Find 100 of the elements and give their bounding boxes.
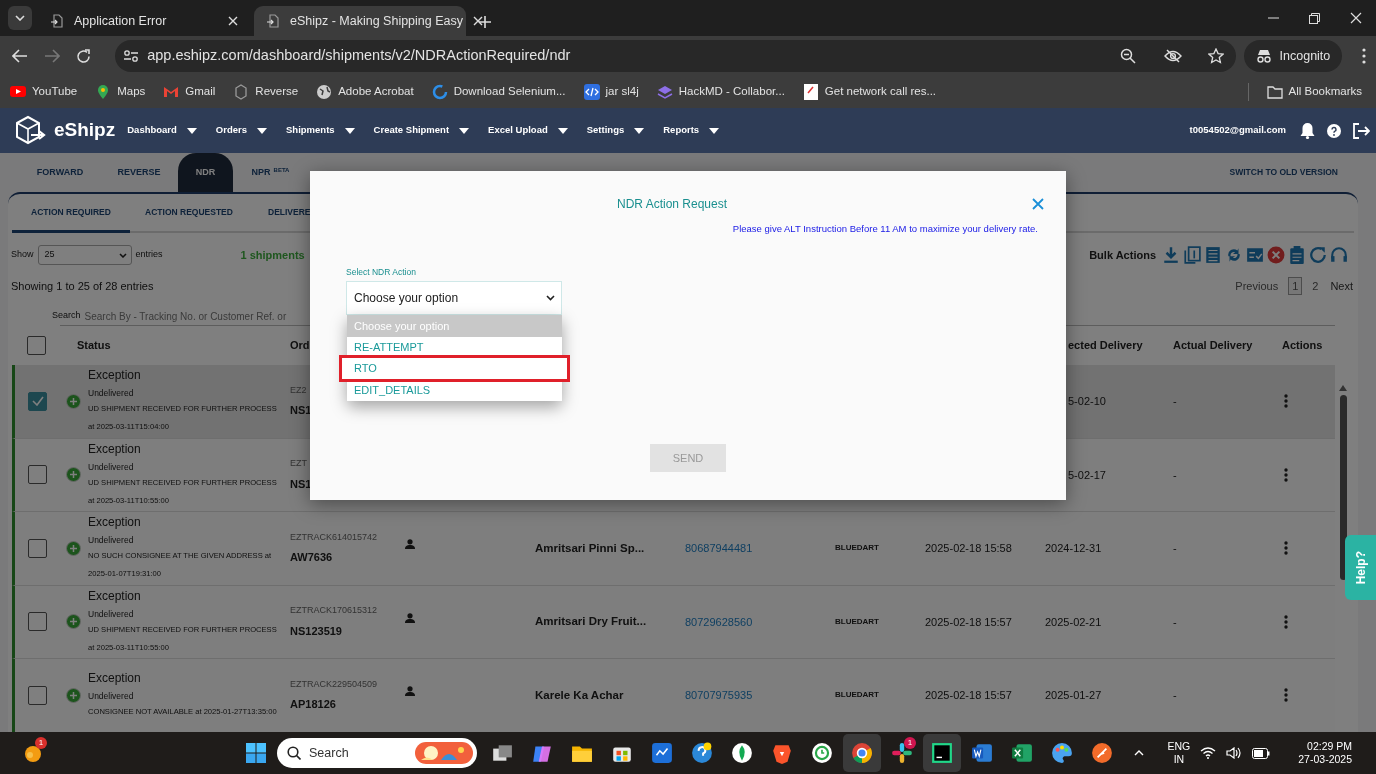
logout-icon[interactable] xyxy=(1353,122,1370,139)
close-button[interactable] xyxy=(1032,198,1044,210)
caret-icon xyxy=(709,127,720,134)
status-tab[interactable]: DELIVERE xyxy=(248,194,366,231)
taskbar-search[interactable]: Search xyxy=(277,738,477,768)
tab-search-button[interactable] xyxy=(8,6,32,30)
more-vertical-icon[interactable] xyxy=(1284,541,1288,556)
page-size-select[interactable]: 25 xyxy=(37,245,132,265)
bookmark[interactable]: Adobe Acrobat xyxy=(316,83,414,101)
row-checkbox[interactable] xyxy=(28,465,47,485)
nav-menu-item[interactable]: Shipments xyxy=(286,123,355,138)
close-icon[interactable] xyxy=(1350,12,1362,24)
refresh-icon[interactable] xyxy=(1309,246,1327,264)
switch-version-link[interactable]: SWITCH TO OLD VERSION xyxy=(1229,166,1338,179)
app-logo[interactable]: eShipz xyxy=(54,116,116,145)
leaf-icon xyxy=(731,742,753,764)
section-tab[interactable]: FORWARD xyxy=(20,153,100,192)
caret-icon xyxy=(557,127,568,134)
more-vertical-icon[interactable] xyxy=(1284,467,1288,482)
section-tab[interactable]: REVERSE xyxy=(100,153,178,192)
mail-icon xyxy=(163,84,180,100)
all-bookmarks-button[interactable]: All Bookmarks xyxy=(1266,83,1362,101)
bell-icon[interactable] xyxy=(1300,122,1315,139)
select-field[interactable]: Choose your option xyxy=(346,281,562,315)
weather-widget[interactable]: 1 xyxy=(14,734,52,772)
bookmark[interactable]: Maps xyxy=(95,83,146,101)
paint-icon xyxy=(1051,742,1073,764)
row-checkbox[interactable] xyxy=(28,612,47,632)
dropdown-option[interactable]: RTO xyxy=(339,355,570,382)
tracking-id: EZTRACK170615312 xyxy=(290,604,378,618)
row-checkbox[interactable] xyxy=(28,685,47,705)
more-vertical-icon[interactable] xyxy=(1284,394,1288,409)
wifi-icon[interactable] xyxy=(1200,747,1217,759)
taskbar-app[interactable]: 1 xyxy=(883,734,921,772)
speaker-icon[interactable] xyxy=(1226,747,1243,759)
tracking-id: EZT xyxy=(290,457,308,471)
cancel-icon[interactable] xyxy=(1267,246,1285,264)
bookmark[interactable]: Download Selenium... xyxy=(431,83,566,101)
select-all-checkbox[interactable] xyxy=(26,335,46,355)
taskbar-app[interactable] xyxy=(923,734,961,772)
headset-icon[interactable] xyxy=(1330,246,1348,264)
next-page-link[interactable]: Next xyxy=(1328,277,1355,295)
clipboard-icon[interactable] xyxy=(1288,246,1306,264)
eye-slash-icon[interactable] xyxy=(1163,49,1182,63)
more-vertical-icon[interactable] xyxy=(1284,614,1288,629)
search-field[interactable]: Search By - Tracking No. or Customer Ref. or xyxy=(84,308,325,324)
star-icon[interactable] xyxy=(1207,48,1224,64)
close-icon[interactable] xyxy=(473,16,483,26)
user-email[interactable]: t0054502@gmail.com xyxy=(1189,123,1286,138)
download-icon[interactable] xyxy=(1162,246,1180,264)
code-icon xyxy=(583,84,600,100)
language-indicator[interactable]: ENG IN xyxy=(1167,740,1191,766)
plus-icon[interactable] xyxy=(478,15,492,29)
bookmark[interactable]: YouTube xyxy=(10,83,78,101)
status-tab[interactable]: ACTION REQUIRED xyxy=(12,194,130,233)
nav-menu-item[interactable]: Reports xyxy=(663,123,720,138)
forward-arrow-icon[interactable] xyxy=(43,49,60,63)
address-bar[interactable]: app.eshipz.com/dashboard/shipments/v2/NDRActionRequired/ndr xyxy=(115,40,1236,72)
nav-menu-item[interactable]: Orders xyxy=(215,123,267,138)
browser-tab[interactable]: Application Error xyxy=(38,6,250,36)
status-text: Exception xyxy=(88,514,142,532)
nav-menu-item[interactable]: Create Shipment xyxy=(373,123,470,138)
taskbar-app[interactable] xyxy=(843,734,881,772)
more-icon[interactable] xyxy=(1362,48,1367,64)
sync-icon[interactable] xyxy=(1225,246,1243,264)
actual-date: - xyxy=(1172,467,1177,483)
previous-page-link[interactable]: Previous xyxy=(1233,277,1281,295)
back-arrow-icon[interactable] xyxy=(11,49,28,63)
battery-icon[interactable] xyxy=(1252,747,1271,759)
section-tab[interactable]: NPR $^{BETA}$ xyxy=(233,153,308,192)
zoom-out-icon[interactable] xyxy=(1119,48,1136,64)
bookmark[interactable]: Reverse xyxy=(233,83,299,101)
chevron-up-icon[interactable] xyxy=(1133,750,1144,756)
checklist-icon[interactable] xyxy=(1246,246,1264,264)
close-icon[interactable] xyxy=(228,16,238,26)
column-header: Actual Delivery xyxy=(1172,338,1253,354)
copy-icon[interactable] xyxy=(1183,246,1201,264)
nav-menu-item[interactable]: Excel Upload xyxy=(488,123,568,138)
reload-icon[interactable] xyxy=(75,48,91,64)
bookmark[interactable]: jar sl4j xyxy=(583,83,639,101)
row-checkbox[interactable] xyxy=(28,538,47,558)
entries-label: entries xyxy=(135,248,163,262)
bookmark[interactable]: Gmail xyxy=(163,83,216,101)
row-checkbox[interactable] xyxy=(28,391,47,411)
nav-menu-item[interactable]: Settings xyxy=(586,123,645,138)
bookmark[interactable]: HackMD - Collabor... xyxy=(656,83,785,101)
status-tab[interactable]: ACTION REQUESTED xyxy=(130,194,248,231)
bulk-actions-label: Bulk Actions xyxy=(1089,247,1156,263)
more-vertical-icon[interactable] xyxy=(1284,688,1288,703)
section-tab[interactable]: NDR xyxy=(178,153,233,192)
document-icon xyxy=(802,84,819,100)
profile-button[interactable]: Incognito xyxy=(1243,40,1343,72)
list-icon[interactable] xyxy=(1204,246,1222,264)
help-icon[interactable] xyxy=(1327,123,1341,138)
bookmark[interactable]: Get network call res... xyxy=(802,83,937,101)
clock[interactable]: 02:29 PM 27-03-2025 xyxy=(1298,740,1352,766)
page-link[interactable]: 2 xyxy=(1310,277,1321,295)
person-icon xyxy=(405,539,415,549)
nav-menu-item[interactable]: Dashboard xyxy=(127,123,197,138)
restore-icon[interactable] xyxy=(1309,12,1320,24)
